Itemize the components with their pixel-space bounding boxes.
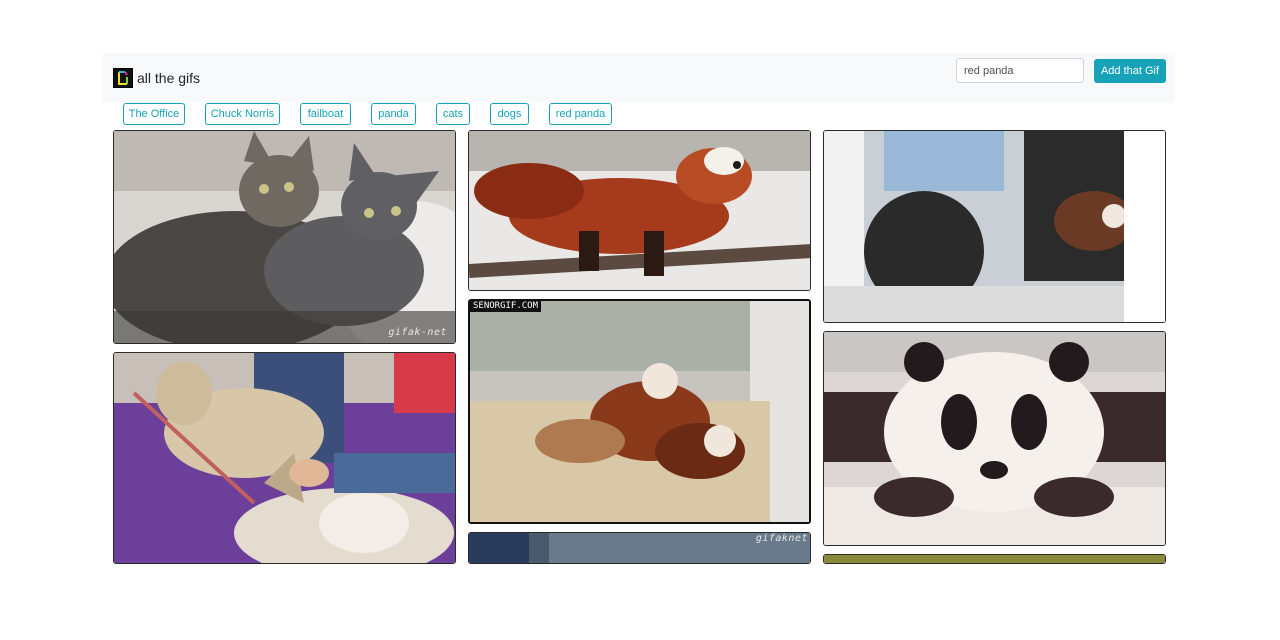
panda-cub-image	[824, 332, 1165, 545]
red-panda-window-image	[824, 131, 1165, 322]
gif-card-red-panda-branch[interactable]	[468, 130, 811, 291]
gif-card-partial-right[interactable]	[823, 554, 1166, 564]
tag-button-cats[interactable]: cats	[436, 103, 470, 125]
tag-button-chuck-norris[interactable]: Chuck Norris	[205, 103, 280, 125]
tag-button-red-panda[interactable]: red panda	[549, 103, 612, 125]
tag-button-failboat[interactable]: failboat	[300, 103, 351, 125]
gif-card-red-pandas-playing[interactable]: SENORGIF.COM	[468, 299, 811, 524]
app-container: all the gifs Add that Gif The Office Chu…	[103, 53, 1175, 564]
add-gif-button[interactable]: Add that Gif	[1094, 59, 1166, 83]
watermark-text: gifak-net	[388, 327, 447, 338]
gif-card-red-panda-window[interactable]	[823, 130, 1166, 323]
partial-gif-image	[824, 555, 1165, 563]
navbar: all the gifs Add that Gif	[103, 53, 1175, 103]
brand-title: all the gifs	[137, 70, 201, 86]
cats-image	[114, 131, 455, 343]
red-panda-branch-image	[469, 131, 810, 290]
gif-card-panda-cub[interactable]	[823, 331, 1166, 546]
gif-card-cats[interactable]: gifak-net	[113, 130, 456, 344]
tag-list: The Office Chuck Norris failboat panda c…	[123, 103, 1173, 126]
brand-link[interactable]: all the gifs	[113, 68, 200, 88]
red-pandas-playing-image	[470, 301, 809, 522]
watermark-top-text: SENORGIF.COM	[470, 301, 542, 312]
dogs-image	[114, 353, 455, 563]
tag-button-panda[interactable]: panda	[371, 103, 416, 125]
gif-card-dogs[interactable]	[113, 352, 456, 564]
gif-logo-icon	[113, 68, 133, 88]
search-input[interactable]	[956, 58, 1084, 83]
gif-card-partial-middle[interactable]: gifaknet	[468, 532, 811, 564]
tag-button-the-office[interactable]: The Office	[123, 103, 185, 125]
watermark-text: gifaknet	[755, 533, 808, 544]
tag-button-dogs[interactable]: dogs	[490, 103, 529, 125]
